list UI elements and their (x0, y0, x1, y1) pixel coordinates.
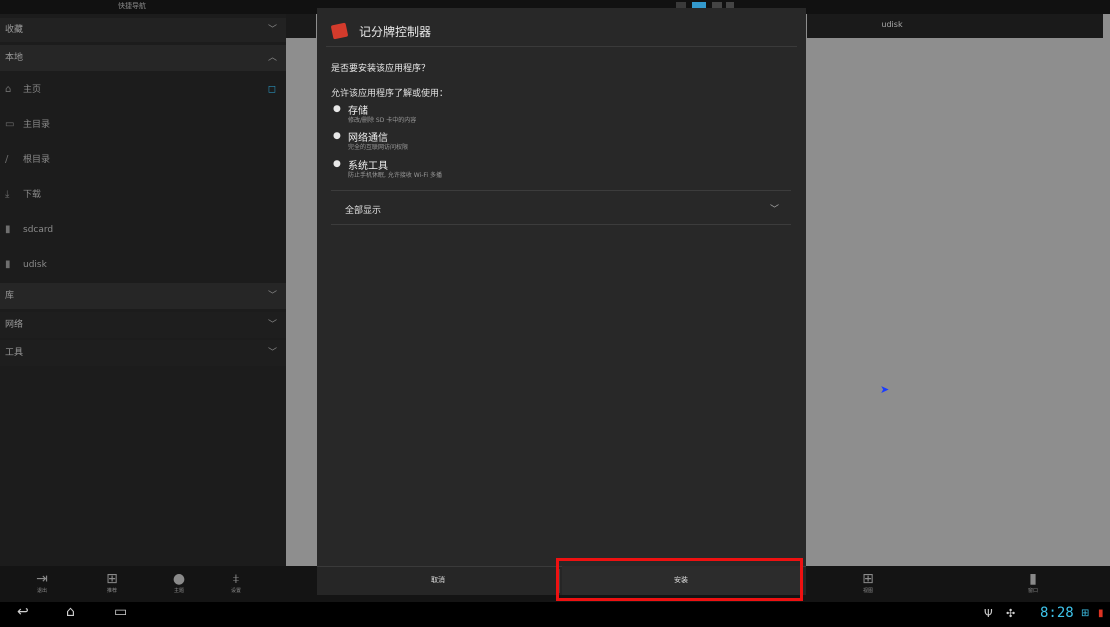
window-icon: ▮ (1029, 571, 1037, 587)
sidebar-item-label: 主目录 (23, 120, 51, 130)
bullet-icon: ● (333, 159, 341, 169)
view-label: 视图 (862, 588, 873, 594)
chevron-down-icon: ﹀ (267, 348, 277, 358)
network-icon: ⊞ (1081, 608, 1090, 619)
permission-detail: 防止手机休眠, 允许接收 Wi-Fi 多播 (348, 172, 442, 179)
bullet-icon: ● (333, 131, 341, 141)
cancel-button[interactable]: 取消 (317, 566, 559, 595)
section-label: 网络 (5, 320, 24, 330)
quick-nav-label: 快捷导航 (118, 2, 146, 10)
sidebar-section-favorites[interactable]: 收藏 ﹀ (0, 18, 286, 42)
folder-icon: ▭ (5, 119, 15, 130)
recommend-label: 推荐 (106, 588, 117, 594)
sidebar-item-udisk[interactable]: ▮ udisk (0, 247, 286, 282)
sidebar-section-local[interactable]: 本地 ︿ (0, 45, 286, 71)
section-label: 本地 (5, 53, 24, 63)
sidebar-item-home-dir[interactable]: ▭ 主目录 (0, 107, 286, 142)
battery-icon: ▮ (1098, 608, 1104, 619)
sidebar-section-library[interactable]: 库 ﹀ (0, 283, 286, 309)
install-question: 是否要安装该应用程序？ (331, 64, 431, 74)
highlight-box (556, 558, 803, 601)
clock: 8:28 (1040, 605, 1074, 621)
home-nav-icon[interactable]: ⌂ (66, 604, 75, 620)
bullet-icon: ● (333, 104, 341, 114)
sdcard-icon: ▮ (5, 259, 11, 270)
sidebar-item-label: sdcard (23, 225, 54, 235)
gift-icon: ⊞ (106, 571, 118, 587)
pane-tab-icon[interactable] (286, 14, 316, 38)
slash-icon: / (5, 154, 9, 165)
system-nav-bar (0, 602, 1110, 627)
theme-label: 主题 (173, 588, 184, 594)
divider (331, 224, 791, 225)
exit-icon: ⇥ (36, 571, 48, 587)
back-icon[interactable]: ↩ (17, 604, 29, 620)
window-button[interactable]: ▮ 窗口 (1008, 566, 1058, 602)
sdcard-icon: ▮ (5, 224, 11, 235)
chevron-down-icon: ﹀ (267, 25, 277, 35)
theme-button[interactable]: ● 主题 (154, 566, 204, 602)
section-label: 库 (5, 291, 15, 301)
sidebar-item-label: 根目录 (23, 155, 51, 165)
mouse-cursor-icon: ➤ (880, 383, 890, 396)
settings-label: 设置 (230, 588, 241, 594)
show-all-label: 全部显示 (345, 206, 382, 216)
sidebar-item-sdcard[interactable]: ▮ sdcard (0, 212, 286, 247)
sidebar: 收藏 ﹀ 本地 ︿ ⌂ 主页 ◻ ▭ 主目录 / 根目录 ⤓ 下载 ▮ sdcard ▮ u… (0, 14, 286, 566)
sidebar-item-download[interactable]: ⤓ 下载 (0, 177, 286, 212)
divider (326, 46, 797, 47)
sidebar-item-root[interactable]: / 根目录 (0, 142, 286, 177)
recommend-button[interactable]: ⊞ 推荐 (87, 566, 137, 602)
chevron-up-icon: ︿ (267, 53, 277, 63)
palette-icon: ● (172, 571, 186, 587)
exit-label: 退出 (36, 588, 47, 594)
section-label: 收藏 (5, 25, 24, 35)
permission-detail: 完全的互联网访问权限 (348, 144, 409, 151)
settings-button[interactable]: ⧧ 设置 (211, 566, 261, 602)
sidebar-item-label: 主页 (23, 85, 42, 95)
tab-title: udisk (881, 20, 903, 29)
permission-detail: 修改/删除 SD 卡中的内容 (348, 117, 417, 124)
tab-udisk[interactable]: udisk (807, 14, 1103, 38)
window-label: 窗口 (1027, 588, 1038, 594)
sidebar-item-home[interactable]: ⌂ 主页 ◻ (0, 72, 286, 107)
home-icon: ⌂ (5, 84, 12, 95)
sidebar-item-label: 下载 (23, 190, 42, 200)
section-label: 工具 (5, 348, 24, 358)
usb-icon: Ψ (984, 607, 993, 620)
android-debug-icon: ✣ (1006, 607, 1016, 620)
chevron-down-icon: ﹀ (267, 320, 277, 330)
view-button[interactable]: ⊞ 视图 (843, 566, 893, 602)
chevron-down-icon: ﹀ (769, 205, 779, 215)
exit-button[interactable]: ⇥ 退出 (17, 566, 67, 602)
sidebar-section-tools[interactable]: 工具 ﹀ (0, 340, 286, 366)
recent-apps-icon[interactable]: ▭ (114, 604, 127, 620)
chevron-down-icon: ﹀ (267, 291, 277, 301)
sidebar-item-label: udisk (23, 260, 47, 270)
bookmark-icon[interactable]: ◻ (268, 72, 276, 107)
permission-intro: 允许该应用程序了解或使用： (331, 89, 449, 99)
dialog-title: 记分牌控制器 (359, 25, 432, 39)
download-icon: ⤓ (5, 189, 10, 200)
grid-icon: ⊞ (862, 571, 874, 587)
sidebar-section-network[interactable]: 网络 ﹀ (0, 312, 286, 338)
sliders-icon: ⧧ (232, 571, 240, 587)
show-all-toggle[interactable]: 全部显示 ﹀ (331, 191, 791, 224)
